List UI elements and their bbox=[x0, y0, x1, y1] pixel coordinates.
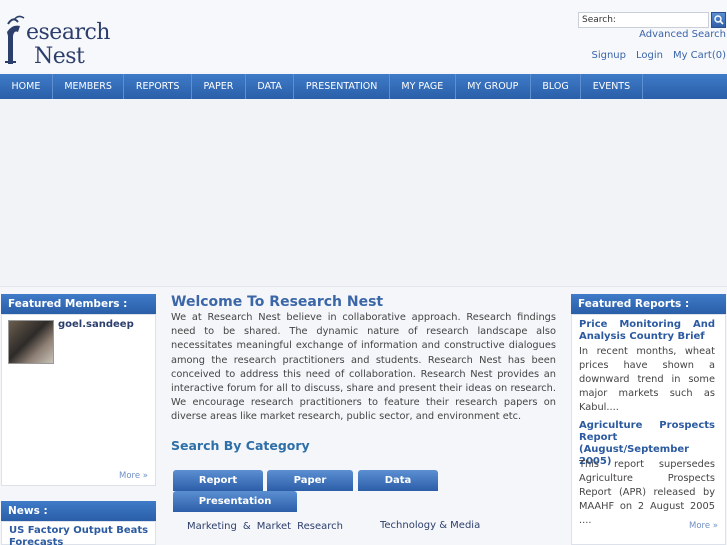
logo-text-nest: Nest bbox=[34, 44, 85, 69]
category-tab-paper[interactable]: Paper bbox=[267, 470, 353, 491]
subcategory-technology-link[interactable]: Technology & Media bbox=[380, 520, 480, 531]
search-icon bbox=[713, 15, 724, 25]
member-avatar[interactable] bbox=[8, 320, 54, 364]
search-button[interactable] bbox=[711, 12, 726, 28]
welcome-text: We at Research Nest believe in collabora… bbox=[171, 312, 556, 423]
category-tab-data[interactable]: Data bbox=[358, 470, 438, 491]
nav-presentation[interactable]: PRESENTATION bbox=[294, 74, 390, 99]
report-2-summary: This report supersedes Agriculture Prosp… bbox=[579, 459, 715, 526]
featured-members-heading: Featured Members : bbox=[1, 294, 156, 314]
advanced-search-link[interactable]: Advanced Search bbox=[639, 29, 726, 40]
nav-members[interactable]: MEMBERS bbox=[53, 74, 125, 99]
nav-events[interactable]: EVENTS bbox=[581, 74, 643, 99]
reports-more-link[interactable]: More » bbox=[689, 521, 718, 531]
account-links: Signup Login My Cart(0) bbox=[591, 50, 726, 61]
subcategory-marketing-link[interactable]: Marketing & Market Research bbox=[187, 520, 343, 534]
research-nest-logo[interactable]: esearch Nest bbox=[4, 8, 114, 69]
nav-blog[interactable]: BLOG bbox=[531, 74, 582, 99]
nav-reports[interactable]: REPORTS bbox=[124, 74, 192, 99]
banner-area bbox=[0, 99, 727, 287]
search-label: Search: bbox=[582, 15, 616, 25]
member-name-link[interactable]: goel.sandeep bbox=[58, 319, 134, 330]
category-tab-report[interactable]: Report bbox=[173, 470, 263, 491]
category-tab-presentation[interactable]: Presentation bbox=[173, 491, 297, 512]
welcome-title: Welcome To Research Nest bbox=[171, 294, 384, 310]
news-item-link[interactable]: US Factory Output Beats Forecasts bbox=[9, 525, 151, 545]
search-input[interactable]: Search: bbox=[578, 12, 709, 28]
signup-link[interactable]: Signup bbox=[591, 50, 626, 61]
logo-r-glyph-icon bbox=[5, 15, 25, 65]
news-heading: News : bbox=[1, 501, 156, 521]
site-header: esearch Nest Search: Advanced Search Sig… bbox=[0, 0, 727, 72]
nav-my-group[interactable]: MY GROUP bbox=[456, 74, 531, 99]
report-1-summary: In recent months, wheat prices have show… bbox=[579, 346, 715, 413]
nav-paper[interactable]: PAPER bbox=[192, 74, 246, 99]
login-link[interactable]: Login bbox=[636, 50, 663, 61]
nav-my-page[interactable]: MY PAGE bbox=[390, 74, 456, 99]
my-cart-link[interactable]: My Cart(0) bbox=[673, 50, 726, 61]
nav-home[interactable]: HOME bbox=[0, 74, 53, 99]
nav-data[interactable]: DATA bbox=[246, 74, 295, 99]
logo-text-research: esearch bbox=[26, 20, 110, 45]
members-more-link[interactable]: More » bbox=[119, 471, 148, 481]
search-by-category-title: Search By Category bbox=[171, 438, 310, 453]
main-nav: HOME MEMBERS REPORTS PAPER DATA PRESENTA… bbox=[0, 74, 727, 99]
report-1-title-link[interactable]: Price Monitoring And Analysis Country Br… bbox=[579, 319, 715, 343]
featured-reports-heading: Featured Reports : bbox=[571, 294, 726, 314]
